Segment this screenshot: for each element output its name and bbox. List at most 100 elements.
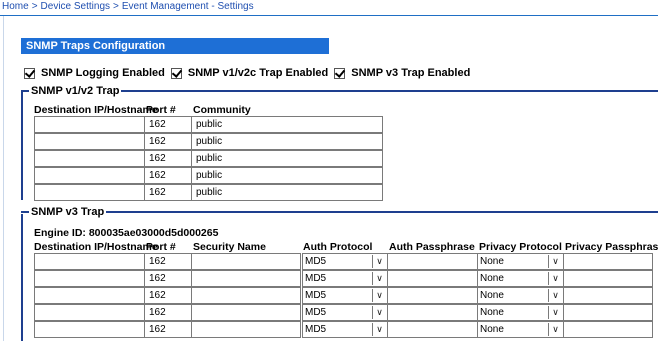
v3-privacy-protocol-select[interactable]: None ∨ [477, 304, 564, 321]
v3-privacy-protocol-select[interactable]: None ∨ [477, 287, 564, 304]
checkmark-icon[interactable] [334, 67, 346, 79]
breadcrumb: Home > Device Settings > Event Management - … [0, 0, 658, 16]
v1v2-destination-input[interactable] [34, 116, 145, 133]
checkbox-label: SNMP Logging Enabled [41, 67, 165, 79]
privacy-protocol-value: None [480, 307, 504, 318]
v3-header-security-name: Security Name [193, 241, 266, 253]
engine-id: Engine ID: 800035ae03000d5d000265 [34, 227, 219, 239]
snmp-logging-checkbox[interactable]: SNMP Logging Enabled [24, 67, 165, 79]
v3-privacy-protocol-select[interactable]: None ∨ [477, 321, 564, 338]
v3-auth-passphrase-input[interactable] [387, 287, 478, 304]
v3-destination-input[interactable] [34, 321, 145, 338]
v3-auth-passphrase-input[interactable] [387, 253, 478, 270]
v3-auth-protocol-select[interactable]: MD5 ∨ [302, 287, 388, 304]
v3-port-input[interactable]: 162 [144, 287, 192, 304]
checkmark-icon[interactable] [24, 67, 35, 79]
v3-port-input[interactable]: 162 [144, 321, 192, 338]
v3-port-input[interactable]: 162 [144, 270, 192, 287]
v1v2-port-input[interactable]: 162 [144, 133, 192, 150]
checkbox-label: SNMP v1/v2c Trap Enabled [187, 67, 329, 79]
content-left-border [3, 16, 4, 341]
v1v2-destination-input[interactable] [34, 167, 145, 184]
chevron-down-icon[interactable]: ∨ [548, 272, 562, 285]
v3-header-auth-passphrase: Auth Passphrase [389, 241, 475, 253]
v1v2-trap-legend: SNMP v1/v2 Trap [31, 85, 120, 97]
v3-security-name-input[interactable] [191, 270, 301, 287]
v3-privacy-passphrase-input[interactable] [563, 321, 653, 338]
chevron-down-icon[interactable]: ∨ [372, 289, 386, 302]
auth-protocol-value: MD5 [305, 307, 327, 318]
v3-auth-protocol-select[interactable]: MD5 ∨ [302, 253, 388, 270]
v3-header-privacy-protocol: Privacy Protocol [479, 241, 562, 253]
chevron-down-icon[interactable]: ∨ [372, 272, 386, 285]
privacy-protocol-value: None [480, 273, 504, 284]
v3-auth-passphrase-input[interactable] [387, 270, 478, 287]
v3-port-input[interactable]: 162 [144, 304, 192, 321]
privacy-protocol-value: None [480, 324, 504, 335]
page: Home > Device Settings > Event Management - … [0, 0, 658, 341]
v1v2-community-input[interactable]: public [191, 116, 383, 133]
breadcrumb-current: Event Management - Settings [121, 1, 254, 12]
v3-auth-protocol-select[interactable]: MD5 ∨ [302, 270, 388, 287]
chevron-down-icon[interactable]: ∨ [548, 306, 562, 319]
v3-auth-passphrase-input[interactable] [387, 321, 478, 338]
privacy-protocol-value: None [480, 256, 504, 267]
v3-auth-protocol-select[interactable]: MD5 ∨ [302, 304, 388, 321]
v1v2-community-input[interactable]: public [191, 150, 383, 167]
breadcrumb-device-settings-link[interactable]: Device Settings [41, 1, 110, 12]
chevron-down-icon[interactable]: ∨ [372, 323, 386, 336]
v3-security-name-input[interactable] [191, 253, 301, 270]
v3-port-input[interactable]: 162 [144, 253, 192, 270]
v3-destination-input[interactable] [34, 253, 145, 270]
v1v2-port-input[interactable]: 162 [144, 150, 192, 167]
checkmark-icon[interactable] [170, 67, 182, 79]
v3-privacy-protocol-select[interactable]: None ∨ [477, 253, 564, 270]
v1v2c-trap-checkbox[interactable]: SNMP v1/v2c Trap Enabled [170, 67, 329, 79]
v3-header-destination: Destination IP/Hostname [34, 241, 158, 253]
v3-destination-input[interactable] [34, 270, 145, 287]
v1v2-header-port: Port # [146, 104, 176, 116]
auth-protocol-value: MD5 [305, 290, 327, 301]
v3-privacy-passphrase-input[interactable] [563, 270, 653, 287]
breadcrumb-separator: > [113, 1, 119, 12]
v1v2-port-input[interactable]: 162 [144, 184, 192, 201]
v1v2-community-input[interactable]: public [191, 133, 383, 150]
v1v2-port-input[interactable]: 162 [144, 167, 192, 184]
v3-privacy-passphrase-input[interactable] [563, 253, 653, 270]
chevron-down-icon[interactable]: ∨ [372, 255, 386, 268]
breadcrumb-separator: > [31, 1, 38, 12]
v3-header-auth-protocol: Auth Protocol [303, 241, 373, 253]
v3-destination-input[interactable] [34, 304, 145, 321]
trap-options: SNMP Logging Enabled SNMP v1/v2c Trap En… [24, 64, 476, 82]
checkbox-label: SNMP v3 Trap Enabled [351, 67, 471, 79]
v1v2-destination-input[interactable] [34, 133, 145, 150]
v1v2-community-input[interactable]: public [191, 167, 383, 184]
breadcrumb-home-link[interactable]: Home [2, 1, 29, 12]
v3-auth-passphrase-input[interactable] [387, 304, 478, 321]
v3-group-left-border [21, 214, 23, 341]
v3-security-name-input[interactable] [191, 304, 301, 321]
chevron-down-icon[interactable]: ∨ [548, 255, 562, 268]
privacy-protocol-value: None [480, 290, 504, 301]
v1v2-header-community: Community [193, 104, 251, 116]
v3-trap-legend: SNMP v3 Trap [31, 206, 105, 218]
v3-destination-input[interactable] [34, 287, 145, 304]
v3-security-name-input[interactable] [191, 287, 301, 304]
v3-privacy-passphrase-input[interactable] [563, 304, 653, 321]
v1v2-port-input[interactable]: 162 [144, 116, 192, 133]
v1v2-destination-input[interactable] [34, 184, 145, 201]
chevron-down-icon[interactable]: ∨ [548, 289, 562, 302]
v1v2-destination-input[interactable] [34, 150, 145, 167]
auth-protocol-value: MD5 [305, 324, 327, 335]
v3-privacy-passphrase-input[interactable] [563, 287, 653, 304]
v3-security-name-input[interactable] [191, 321, 301, 338]
chevron-down-icon[interactable]: ∨ [372, 306, 386, 319]
section-title: SNMP Traps Configuration [21, 38, 329, 54]
v3-privacy-protocol-select[interactable]: None ∨ [477, 270, 564, 287]
auth-protocol-value: MD5 [305, 256, 327, 267]
chevron-down-icon[interactable]: ∨ [548, 323, 562, 336]
v3-auth-protocol-select[interactable]: MD5 ∨ [302, 321, 388, 338]
v1v2-header-destination: Destination IP/Hostname [34, 104, 158, 116]
v1v2-community-input[interactable]: public [191, 184, 383, 201]
v3-trap-checkbox[interactable]: SNMP v3 Trap Enabled [334, 67, 470, 79]
